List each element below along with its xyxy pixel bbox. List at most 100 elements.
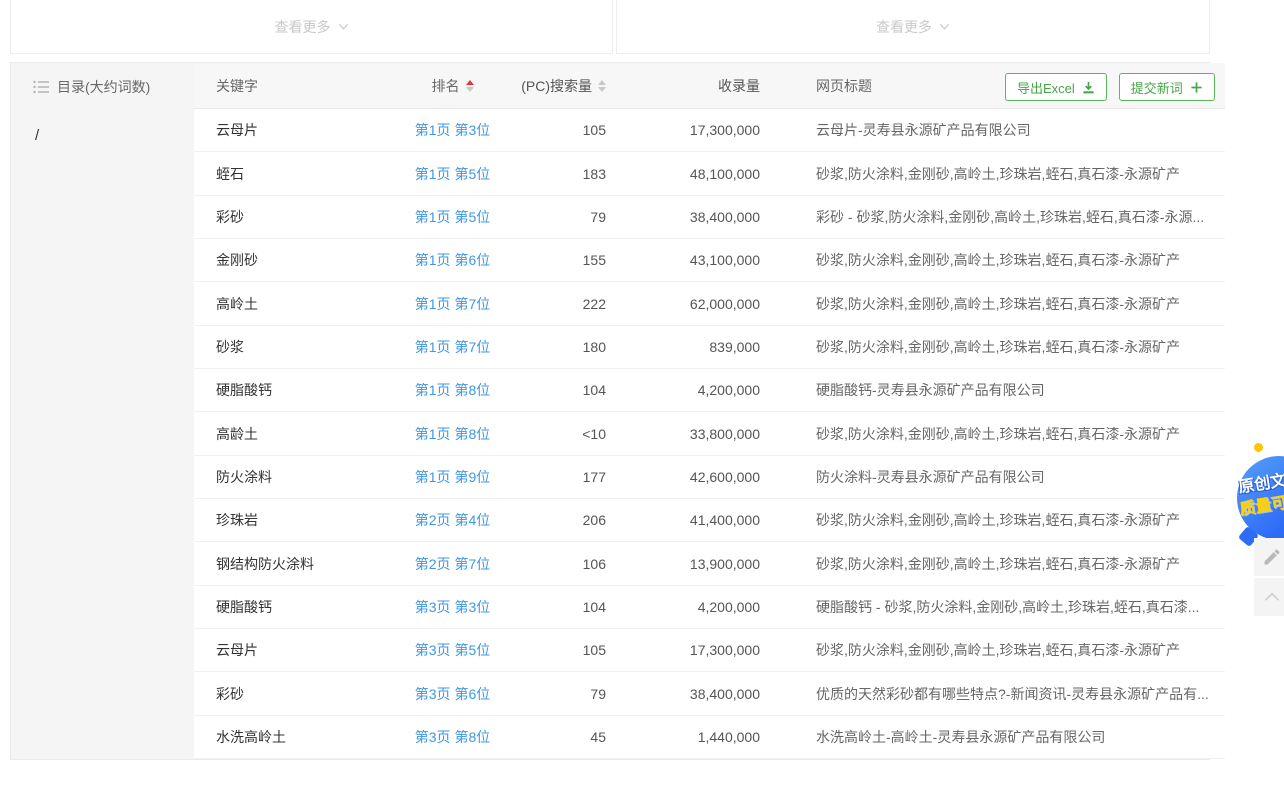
keyword-rank-panel: 目录(大约词数) / 关键字 排名 (PC)搜索量 收录量 网页标题 — [10, 62, 1210, 760]
search-volume-cell: 155 — [511, 252, 636, 268]
table-row: 防火涂料 第1页 第9位 177 42,600,000 防火涂料-灵寿县永源矿产… — [194, 456, 1225, 499]
table-row: 水洗高岭土 第3页 第8位 45 1,440,000 水洗高岭土-高岭土-灵寿县… — [194, 716, 1225, 759]
table-row: 硬脂酸钙 第3页 第3位 104 4,200,000 硬脂酸钙 - 砂浆,防火涂… — [194, 586, 1225, 629]
rank-link[interactable]: 第1页 第8位 — [415, 426, 490, 442]
table-row: 蛭石 第1页 第5位 183 48,100,000 砂浆,防火涂料,金刚砂,高岭… — [194, 152, 1225, 195]
search-volume-cell: <10 — [511, 426, 636, 442]
table-row: 云母片 第1页 第3位 105 17,300,000 云母片-灵寿县永源矿产品有… — [194, 109, 1225, 152]
search-volume-cell: 105 — [511, 122, 636, 138]
index-count-cell: 17,300,000 — [636, 122, 776, 138]
page-title-cell: 砂浆,防火涂料,金刚砂,高岭土,珍珠岩,蛭石,真石漆-永源矿产 — [776, 250, 1225, 270]
keyword-cell: 水洗高岭土 — [194, 727, 394, 747]
index-count-cell: 4,200,000 — [636, 599, 776, 615]
index-count-cell: 38,400,000 — [636, 209, 776, 225]
search-volume-cell: 180 — [511, 339, 636, 355]
view-more-right-button[interactable]: 查看更多 — [876, 17, 950, 37]
keyword-cell: 硬脂酸钙 — [194, 380, 394, 400]
index-count-cell: 1,440,000 — [636, 729, 776, 745]
promo-badge[interactable]: 原创文 质量可 — [1237, 443, 1284, 547]
page-title-cell: 水洗高岭土-高岭土-灵寿县永源矿产品有限公司 — [776, 727, 1225, 747]
table-header-row: 关键字 排名 (PC)搜索量 收录量 网页标题 导出Excel — [194, 63, 1225, 109]
list-icon — [33, 80, 49, 94]
top-panel-right: 查看更多 — [616, 0, 1210, 54]
rank-link[interactable]: 第2页 第7位 — [415, 556, 490, 572]
search-volume-sort-control[interactable] — [598, 80, 606, 92]
table-body: 云母片 第1页 第3位 105 17,300,000 云母片-灵寿县永源矿产品有… — [194, 109, 1225, 759]
search-volume-cell: 104 — [511, 599, 636, 615]
column-header-search-volume: (PC)搜索量 — [511, 76, 636, 96]
rank-link[interactable]: 第3页 第8位 — [415, 729, 490, 745]
search-volume-cell: 79 — [511, 209, 636, 225]
table-row: 云母片 第3页 第5位 105 17,300,000 砂浆,防火涂料,金刚砂,高… — [194, 629, 1225, 672]
keyword-cell: 云母片 — [194, 640, 394, 660]
table-row: 钢结构防火涂料 第2页 第7位 106 13,900,000 砂浆,防火涂料,金… — [194, 542, 1225, 585]
index-count-cell: 839,000 — [636, 339, 776, 355]
export-excel-button[interactable]: 导出Excel — [1005, 73, 1107, 101]
view-more-left-label: 查看更多 — [275, 17, 331, 37]
rank-link[interactable]: 第1页 第8位 — [415, 382, 490, 398]
download-icon — [1082, 81, 1095, 94]
table-row: 珍珠岩 第2页 第4位 206 41,400,000 砂浆,防火涂料,金刚砂,高… — [194, 499, 1225, 542]
search-volume-cell: 104 — [511, 382, 636, 398]
export-excel-label: 导出Excel — [1017, 78, 1075, 97]
rank-link[interactable]: 第3页 第6位 — [415, 686, 490, 702]
rank-link[interactable]: 第1页 第7位 — [415, 296, 490, 312]
pencil-icon — [1262, 547, 1282, 567]
page: { "top_panels": { "left": { "more_label"… — [0, 0, 1284, 788]
edit-button[interactable] — [1254, 538, 1284, 576]
table-row: 金刚砂 第1页 第6位 155 43,100,000 砂浆,防火涂料,金刚砂,高… — [194, 239, 1225, 282]
search-volume-cell: 206 — [511, 512, 636, 528]
directory-sidebar: 目录(大约词数) / — [11, 63, 194, 759]
rank-sort-control[interactable] — [466, 80, 474, 92]
page-title-cell: 云母片-灵寿县永源矿产品有限公司 — [776, 120, 1225, 140]
sidebar-item-root[interactable]: / — [11, 111, 194, 144]
rank-link[interactable]: 第1页 第5位 — [415, 209, 490, 225]
page-title-cell: 优质的天然彩砂都有哪些特点?-新闻资讯-灵寿县永源矿产品有... — [776, 684, 1225, 704]
top-panel-left: 查看更多 — [10, 0, 613, 54]
page-title-cell: 砂浆,防火涂料,金刚砂,高岭土,珍珠岩,蛭石,真石漆-永源矿产 — [776, 510, 1225, 530]
rank-link[interactable]: 第3页 第3位 — [415, 599, 490, 615]
index-count-cell: 17,300,000 — [636, 642, 776, 658]
keyword-cell: 砂浆 — [194, 337, 394, 357]
rank-link[interactable]: 第3页 第5位 — [415, 642, 490, 658]
rank-link[interactable]: 第2页 第4位 — [415, 512, 490, 528]
directory-header: 目录(大约词数) — [11, 63, 194, 111]
table-row: 高岭土 第1页 第7位 222 62,000,000 砂浆,防火涂料,金刚砂,高… — [194, 282, 1225, 325]
view-more-left-button[interactable]: 查看更多 — [275, 17, 349, 37]
plus-icon — [1190, 81, 1203, 94]
index-count-cell: 41,400,000 — [636, 512, 776, 528]
column-header-index-count: 收录量 — [636, 76, 776, 96]
table-row: 彩砂 第3页 第6位 79 38,400,000 优质的天然彩砂都有哪些特点?-… — [194, 672, 1225, 715]
page-title-cell: 砂浆,防火涂料,金刚砂,高岭土,珍珠岩,蛭石,真石漆-永源矿产 — [776, 554, 1225, 574]
page-title-cell: 彩砂 - 砂浆,防火涂料,金刚砂,高岭土,珍珠岩,蛭石,真石漆-永源... — [776, 207, 1225, 227]
top-panels: 查看更多 查看更多 — [10, 0, 1210, 54]
chevron-down-icon — [939, 21, 950, 32]
index-count-cell: 48,100,000 — [636, 166, 776, 182]
rank-link[interactable]: 第1页 第7位 — [415, 339, 490, 355]
search-volume-cell: 106 — [511, 556, 636, 572]
search-volume-cell: 45 — [511, 729, 636, 745]
page-title-cell: 硬脂酸钙-灵寿县永源矿产品有限公司 — [776, 380, 1225, 400]
keyword-cell: 高岭土 — [194, 294, 394, 314]
keyword-table: 关键字 排名 (PC)搜索量 收录量 网页标题 导出Excel — [194, 63, 1225, 759]
index-count-cell: 62,000,000 — [636, 296, 776, 312]
rank-link[interactable]: 第1页 第3位 — [415, 122, 490, 138]
column-header-rank-label: 排名 — [432, 76, 460, 96]
keyword-cell: 硬脂酸钙 — [194, 597, 394, 617]
index-count-cell: 4,200,000 — [636, 382, 776, 398]
view-more-right-label: 查看更多 — [876, 17, 932, 37]
page-title-cell: 砂浆,防火涂料,金刚砂,高岭土,珍珠岩,蛭石,真石漆-永源矿产 — [776, 640, 1225, 660]
keyword-cell: 金刚砂 — [194, 250, 394, 270]
submit-new-keyword-button[interactable]: 提交新词 — [1119, 73, 1215, 101]
keyword-cell: 钢结构防火涂料 — [194, 554, 394, 574]
rank-link[interactable]: 第1页 第9位 — [415, 469, 490, 485]
page-title-cell: 砂浆,防火涂料,金刚砂,高岭土,珍珠岩,蛭石,真石漆-永源矿产 — [776, 337, 1225, 357]
table-row: 砂浆 第1页 第7位 180 839,000 砂浆,防火涂料,金刚砂,高岭土,珍… — [194, 326, 1225, 369]
search-volume-cell: 183 — [511, 166, 636, 182]
back-to-top-button[interactable] — [1254, 578, 1284, 616]
rank-link[interactable]: 第1页 第5位 — [415, 166, 490, 182]
rank-link[interactable]: 第1页 第6位 — [415, 252, 490, 268]
table-row: 彩砂 第1页 第5位 79 38,400,000 彩砂 - 砂浆,防火涂料,金刚… — [194, 196, 1225, 239]
index-count-cell: 33,800,000 — [636, 426, 776, 442]
promo-badge-dot-icon — [1254, 443, 1263, 452]
